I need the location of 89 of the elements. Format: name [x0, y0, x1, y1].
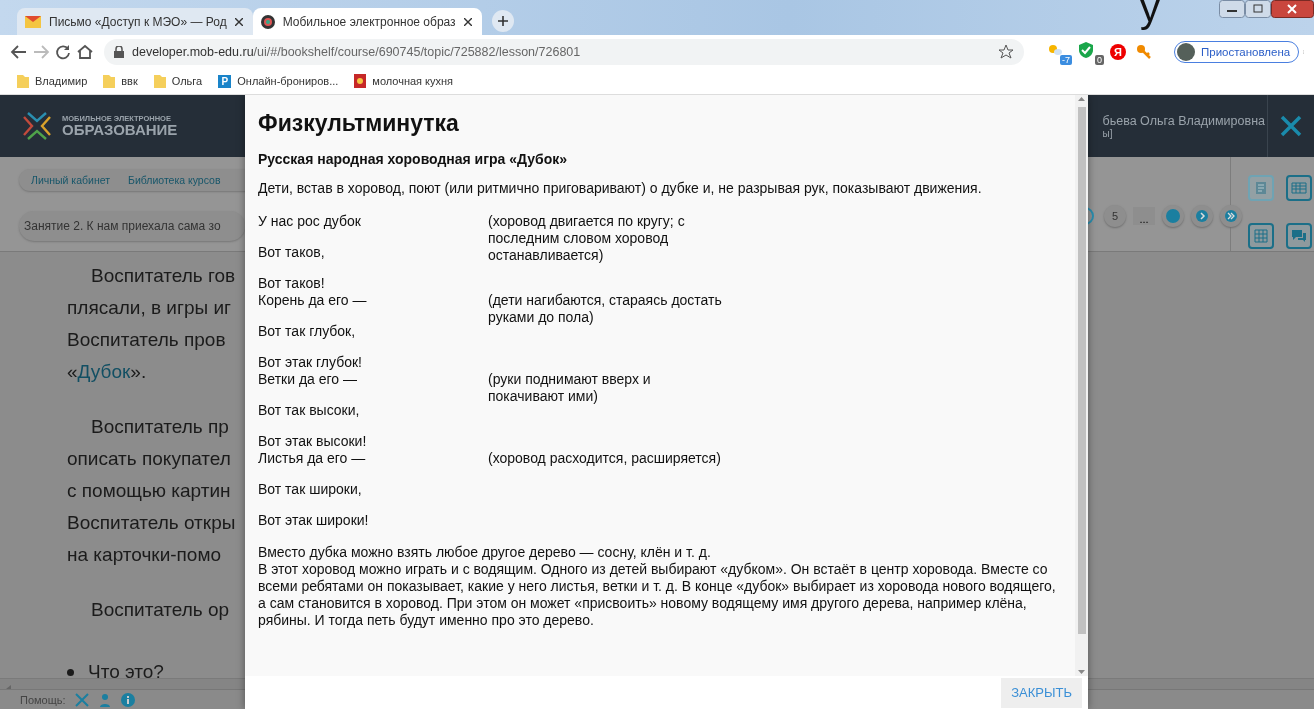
- chevron-icon: [1196, 210, 1208, 222]
- lock-icon: [114, 45, 124, 58]
- url-text: developer.mob-edu.ru/ui/#/bookshelf/course/690745/topic/725882/lesson/726801: [132, 44, 582, 59]
- scrollbar[interactable]: [1075, 95, 1088, 676]
- lesson-text: Воспитатель гов: [90, 264, 236, 288]
- help-label: Помощь:: [20, 693, 66, 706]
- movement-note: (хоровод расходится, расширяется): [488, 450, 722, 468]
- address-bar[interactable]: developer.mob-edu.ru/ui/#/bookshelf/course/690745/topic/725882/lesson/726801: [104, 38, 1024, 65]
- browser-tab[interactable]: Мобильное электронное образ: [252, 8, 482, 35]
- grid-icon: [1253, 228, 1269, 244]
- logo-mark-icon: [20, 109, 54, 143]
- logo-text: ОБРАЗОВАНИЕ: [62, 122, 178, 138]
- paragraph-text: В этот хоровод можно играть и с водящим. Одного из детей выбирают «дубком». Он встаёт в центр хоровода. Вместе со всеми ребятами он показывает, какие у него листья, ветки и т. д. В конце «дубок» выбирает из хоровода нового водящего, а сам становится в хоровод. При этом он может «присвоить» новому водящему имя другого дерева, например клёна, рябины. И тогда петь будут именно про это дерево.: [258, 561, 1057, 629]
- browser-tab[interactable]: Письмо «Доступ к МЭО» — Род: [17, 8, 253, 35]
- game-title: Русская народная хороводная игра «Дубок»: [258, 151, 568, 168]
- folder-icon: [17, 74, 29, 88]
- close-icon[interactable]: [234, 17, 243, 26]
- poem-line: Вот этак широки!: [258, 512, 370, 529]
- minimize-icon[interactable]: [1219, 0, 1245, 18]
- folder-icon: [153, 74, 166, 88]
- globe-logo-icon: [260, 14, 275, 29]
- movement-note: (руки поднимают вверх и покачивают ими): [488, 371, 652, 406]
- poem-line: Листья да его —: [258, 450, 367, 467]
- lesson-text: с помощью картин: [67, 479, 231, 503]
- poem-line: Вот этак высоки!: [258, 433, 368, 450]
- ellipsis-button[interactable]: ...: [1133, 207, 1155, 225]
- star-icon[interactable]: [998, 43, 1014, 60]
- intro-text: Дети, встав в хоровод, поют (или ритмично приговаривают) о дубке и, не разрывая рук, показывают движения.: [258, 180, 983, 197]
- lesson-text: Воспитатель откры: [67, 511, 236, 535]
- sheet-icon: [1253, 180, 1269, 196]
- poem-line: Вот таков!: [258, 275, 326, 292]
- grid-wide-icon: [1291, 180, 1307, 196]
- bookmark[interactable]: Ольга: [153, 74, 203, 88]
- poem-line: Вот так широки,: [258, 481, 363, 498]
- lesson-text: плясали, в игры иг: [67, 296, 231, 320]
- poem-line: Вот так высоки,: [258, 402, 361, 419]
- tool-button[interactable]: [1248, 223, 1274, 249]
- corner-glyph: у: [1140, 0, 1160, 31]
- tool-button[interactable]: [1286, 223, 1312, 249]
- shield-check-icon: [1078, 41, 1094, 58]
- bullet-dot: [67, 668, 74, 676]
- bookmark[interactable]: молочная кухня: [354, 74, 454, 88]
- emblem-icon: [354, 74, 367, 88]
- close-window-icon[interactable]: [1271, 0, 1314, 18]
- badge-count: -7: [1060, 54, 1072, 65]
- tool-button[interactable]: [1286, 175, 1312, 201]
- poem-line: Вот таков,: [258, 244, 326, 261]
- double-chevron-icon: [1225, 210, 1237, 222]
- close-icon[interactable]: [463, 17, 472, 26]
- poem-line: Вот так глубок,: [258, 323, 357, 340]
- user-role: ы]: [1102, 127, 1113, 139]
- lesson-text: описать покупател: [67, 447, 231, 471]
- lesson-title-field[interactable]: Занятие 2. К нам приехала сама зо: [19, 211, 245, 241]
- lesson-text: Воспитатель пр: [90, 415, 229, 439]
- yandex-extension[interactable]: Я: [1110, 43, 1126, 60]
- info-icon[interactable]: [120, 692, 135, 707]
- plus-icon: [497, 16, 508, 26]
- lesson-text: «Дубок».: [67, 360, 147, 384]
- modal-title: Физкультминутка: [258, 109, 460, 137]
- paragraph-text: Вместо дубка можно взять любое другое дерево — сосну, клён и т. д.: [258, 544, 712, 561]
- new-tab-button[interactable]: [491, 10, 514, 32]
- badge-count: 0: [1095, 54, 1104, 65]
- lesson-text: Что это?: [88, 660, 164, 678]
- profile-button[interactable]: Приостановлена: [1174, 40, 1300, 63]
- mail-icon: [25, 15, 41, 28]
- poem-line: Вот этак глубок!: [258, 354, 363, 371]
- movement-note: (хоровод двигается по кругу; с последним словом хоровод останавливается): [488, 213, 686, 265]
- scroll-down-icon: [1078, 670, 1085, 674]
- chat-icon: [1291, 228, 1307, 244]
- home-icon[interactable]: [76, 42, 94, 61]
- poem-line: Ветки да его —: [258, 371, 358, 388]
- lesson-text: Воспитатель ор: [90, 598, 230, 622]
- p-logo-icon: P: [218, 74, 232, 88]
- avatar-circle: [1177, 42, 1195, 61]
- key-icon[interactable]: [1136, 43, 1152, 60]
- bookmark[interactable]: ввк: [103, 74, 138, 88]
- lesson-text: на карточки-помо: [67, 543, 222, 567]
- bookmark[interactable]: P Онлайн-брониров...: [218, 74, 339, 88]
- poem-line: Корень да его —: [258, 292, 368, 309]
- back-arrow-icon[interactable]: [10, 42, 28, 61]
- movement-note: (дети нагибаются, стараясь достать руками до пола): [488, 292, 723, 327]
- user-name: бьева Ольга Владимировна: [1102, 113, 1265, 128]
- poem-line: У нас рос дубок: [258, 213, 362, 230]
- dot-icon: [1166, 209, 1180, 223]
- ring-icon[interactable]: [1085, 205, 1097, 227]
- scroll-up-icon: [1078, 97, 1085, 101]
- bookmark[interactable]: Владимир: [17, 74, 88, 88]
- folder-icon: [103, 74, 116, 88]
- lesson-text: Воспитатель пров: [67, 328, 226, 352]
